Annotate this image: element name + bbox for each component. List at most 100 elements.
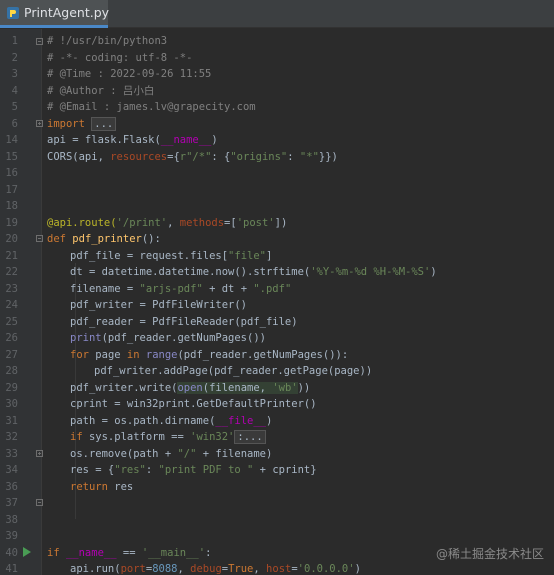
code-line-41: if __name__ == '__main__': xyxy=(47,545,211,562)
line-number: 28 xyxy=(5,365,18,377)
line-number: 30 xyxy=(5,398,18,410)
code-text: : { xyxy=(211,150,231,163)
builtin: range xyxy=(145,348,178,361)
code-text: pdf_writer = PdfFileWriter() xyxy=(70,299,248,311)
fold-marker-icon[interactable] xyxy=(36,38,43,45)
line-number: 37 xyxy=(5,497,18,509)
code-line-1: # !/usr/bin/python3 xyxy=(47,33,167,50)
run-icon[interactable] xyxy=(22,547,31,557)
code-text: res xyxy=(114,480,134,493)
line-number: 41 xyxy=(5,563,18,575)
code-text: (pdf_reader.getNumPages()) xyxy=(101,332,266,344)
line-number: 17 xyxy=(5,183,18,196)
keyword: if xyxy=(70,431,89,443)
code-text: ] xyxy=(265,249,273,262)
code-text: , xyxy=(177,563,191,575)
code-text: pdf_file = request.files[ xyxy=(70,249,229,262)
code-text: filename = xyxy=(70,282,140,295)
keyword: True xyxy=(228,563,254,575)
code-line-27: for page in range(pdf_reader.getNumPages… xyxy=(70,347,348,364)
code-editor[interactable]: # !/usr/bin/python3 # -*- coding: utf-8 … xyxy=(43,29,554,575)
code-line-38: return res xyxy=(70,479,133,496)
code-text: : xyxy=(287,150,300,163)
fold-marker-icon[interactable] xyxy=(36,235,43,242)
keyword: in xyxy=(126,348,146,361)
code-text: api.run( xyxy=(70,563,121,575)
string: r"/*" xyxy=(179,150,212,163)
fold-expand-icon[interactable] xyxy=(36,120,43,127)
keyword: for xyxy=(70,348,96,361)
comment: # @Author : 吕小白 xyxy=(47,84,155,97)
code-text: (filename, xyxy=(202,381,273,394)
string: "*" xyxy=(299,150,319,163)
code-line-20: def pdf_printer(): xyxy=(47,231,161,248)
code-line-30: cprint = win32print.GetDefaultPrinter() xyxy=(70,396,317,413)
line-number: 19 xyxy=(5,216,18,229)
code-text: == xyxy=(116,546,142,559)
code-line-31: path = os.path.dirname(__file__) xyxy=(70,413,272,430)
code-text: + cprint} xyxy=(253,464,317,476)
fold-expand-icon[interactable] xyxy=(36,450,43,457)
line-number: 20 xyxy=(5,233,18,245)
code-text: pdf_reader = PdfFileReader(pdf_file) xyxy=(70,315,298,328)
param: resources xyxy=(110,150,168,163)
editor-tab-bar: PrintAgent.py xyxy=(0,0,554,28)
code-text: + dt + xyxy=(202,282,254,295)
code-text: CORS(api, xyxy=(47,150,111,163)
string: 'win32' xyxy=(190,431,235,443)
code-line-21: pdf_file = request.files["file"] xyxy=(70,248,272,265)
code-text: , xyxy=(167,216,180,229)
tab-printagent-py[interactable]: PrintAgent.py xyxy=(0,0,110,28)
code-line-15: CORS(api, resources={r"/*": {"origins": … xyxy=(47,149,338,166)
param: port xyxy=(120,563,146,575)
code-text: }}) xyxy=(318,150,338,163)
code-text: ) xyxy=(430,266,437,278)
code-text: ]) xyxy=(274,216,288,229)
line-number: 5 xyxy=(11,101,18,113)
comment: # !/usr/bin/python3 xyxy=(47,35,168,47)
folded-imports[interactable]: ... xyxy=(91,116,117,131)
python-file-icon xyxy=(6,6,20,20)
line-number: 33 xyxy=(5,447,18,460)
code-line-23: filename = "arjs-pdf" + dt + ".pdf" xyxy=(70,281,291,298)
fold-end-icon[interactable] xyxy=(36,499,43,506)
param: methods xyxy=(179,216,225,229)
code-text: : xyxy=(145,464,159,476)
string: "print PDF to " xyxy=(158,464,254,476)
line-number: 6 xyxy=(11,117,18,130)
string: "origins" xyxy=(230,150,288,163)
line-number: 2 xyxy=(11,51,18,64)
code-line-4: # @Author : 吕小白 xyxy=(47,83,154,100)
code-text: )) xyxy=(297,381,311,394)
code-text: path = os.path.dirname( xyxy=(70,414,216,427)
line-number: 18 xyxy=(5,200,18,212)
line-number: 24 xyxy=(5,299,18,311)
magic-name: __file__ xyxy=(215,414,266,427)
code-text: , xyxy=(253,563,267,575)
code-text: ) xyxy=(354,563,361,575)
code-text: res = { xyxy=(70,464,115,476)
code-text: pdf_writer.addPage(pdf_reader.getPage(pa… xyxy=(94,365,373,377)
builtin: print xyxy=(70,332,102,344)
line-number: 40 xyxy=(5,546,18,559)
code-text: + filename) xyxy=(196,447,273,460)
string: 'post' xyxy=(236,216,275,229)
string: '__main__' xyxy=(141,546,206,559)
code-line-37: res = {"res": "print PDF to " + cprint} xyxy=(70,462,317,479)
keyword: if xyxy=(47,546,66,559)
line-number: 36 xyxy=(5,480,18,493)
comment: # @Time : 2022-09-26 11:55 xyxy=(47,68,212,80)
string: "arjs-pdf" xyxy=(139,282,203,295)
code-line-14: api = flask.Flask(__name__) xyxy=(47,132,218,149)
line-number: 22 xyxy=(5,266,18,278)
watermark: @稀土掘金技术社区 xyxy=(435,547,544,561)
decorator: @api.route( xyxy=(47,216,117,229)
line-number: 39 xyxy=(5,530,18,542)
code-line-26: print(pdf_reader.getNumPages()) xyxy=(70,330,266,347)
string: '%Y-%m-%d %H-%M-%S' xyxy=(310,266,431,278)
tab-title: PrintAgent.py xyxy=(24,5,110,20)
folded-block[interactable]: :... xyxy=(234,430,266,444)
code-text: ={ xyxy=(167,150,180,163)
code-text: os.remove(path + xyxy=(70,447,178,460)
string: '/print' xyxy=(116,216,168,229)
